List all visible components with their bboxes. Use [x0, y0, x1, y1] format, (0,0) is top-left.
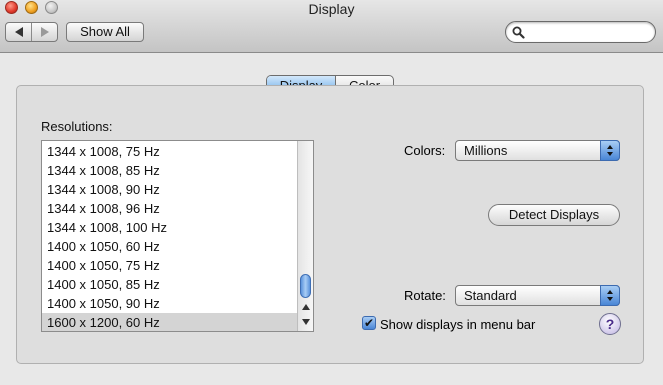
resolutions-scrollbar[interactable] — [297, 141, 313, 331]
resolutions-label: Resolutions: — [41, 119, 113, 134]
colors-label: Colors: — [404, 143, 446, 158]
list-item-selected[interactable]: 1600 x 1200, 60 Hz — [42, 313, 298, 331]
colors-value: Millions — [464, 143, 508, 158]
popup-arrows-icon — [600, 285, 620, 306]
window-title: Display — [308, 1, 355, 17]
rotate-label: Rotate: — [404, 288, 446, 303]
list-item[interactable]: 1344 x 1008, 100 Hz — [42, 218, 298, 237]
search-input[interactable] — [528, 24, 648, 40]
colors-popup[interactable]: Millions — [455, 140, 620, 161]
list-item[interactable]: 1400 x 1050, 85 Hz — [42, 275, 298, 294]
resolutions-list[interactable]: 1344 x 1008, 75 Hz 1344 x 1008, 85 Hz 13… — [41, 140, 314, 332]
checkmark-icon: ✔ — [363, 316, 375, 330]
rotate-popup[interactable]: Standard — [455, 285, 620, 306]
search-field[interactable] — [505, 21, 656, 43]
list-item[interactable]: 1344 x 1008, 90 Hz — [42, 180, 298, 199]
popup-arrows-icon — [600, 140, 620, 161]
forward-arrow-icon — [40, 27, 49, 37]
show-all-button[interactable]: Show All — [66, 22, 144, 42]
list-item[interactable]: 1344 x 1008, 96 Hz — [42, 199, 298, 218]
back-button[interactable] — [6, 23, 31, 41]
scroll-down-arrow-icon[interactable] — [302, 319, 310, 325]
help-button[interactable]: ? — [599, 313, 621, 335]
scroll-up-arrow-icon[interactable] — [302, 304, 310, 310]
list-item[interactable]: 1400 x 1050, 60 Hz — [42, 237, 298, 256]
list-item[interactable]: 1344 x 1008, 75 Hz — [42, 142, 298, 161]
list-item[interactable]: 1400 x 1050, 75 Hz — [42, 256, 298, 275]
back-arrow-icon — [14, 27, 23, 37]
search-icon — [512, 26, 525, 39]
show-displays-checkbox[interactable]: ✔ — [362, 316, 376, 330]
list-item[interactable]: 1344 x 1008, 85 Hz — [42, 161, 298, 180]
scrollbar-thumb[interactable] — [300, 274, 311, 298]
rotate-value: Standard — [464, 288, 517, 303]
back-forward-buttons — [5, 22, 58, 42]
window-toolbar: Display Show All — [0, 0, 663, 53]
show-displays-label[interactable]: Show displays in menu bar — [380, 317, 535, 332]
list-item[interactable]: 1400 x 1050, 90 Hz — [42, 294, 298, 313]
detect-displays-button[interactable]: Detect Displays — [488, 204, 620, 226]
forward-button[interactable] — [31, 23, 57, 41]
